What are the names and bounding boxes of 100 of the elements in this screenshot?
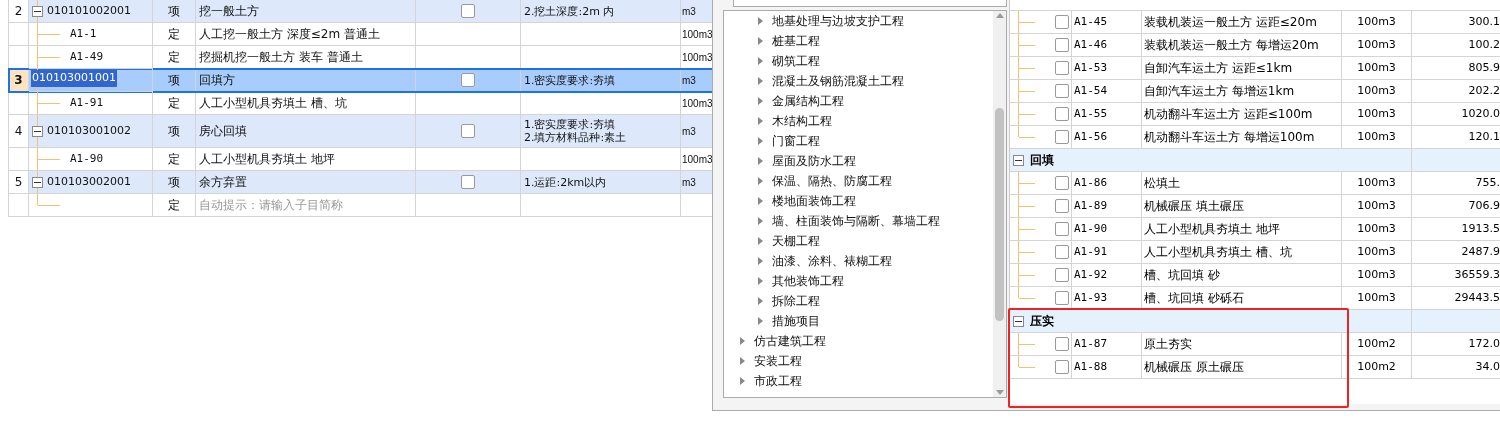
tree-item[interactable]: 墙、柱面装饰与隔断、幕墙工程 — [772, 212, 940, 230]
checkbox[interactable] — [461, 175, 475, 189]
scrollbar-thumb[interactable] — [995, 108, 1004, 321]
checkbox[interactable] — [1055, 130, 1069, 144]
tree-item[interactable]: 其他装饰工程 — [772, 272, 844, 290]
checkbox[interactable] — [1055, 84, 1069, 98]
checkbox[interactable] — [461, 124, 475, 138]
checkbox[interactable] — [1055, 199, 1069, 213]
tree-item[interactable]: 拆除工程 — [772, 292, 820, 310]
table-row[interactable]: A1-90 定 人工小型机具夯填土 地坪 100m3 — [9, 148, 712, 171]
unit-text: 100m3 — [1357, 13, 1396, 30]
tree-item[interactable]: 措施项目 — [772, 312, 820, 330]
search-field[interactable] — [733, 0, 1007, 7]
collapse-icon[interactable] — [32, 125, 43, 137]
unit-text: 100m3 — [1357, 220, 1396, 237]
expand-arrow-icon[interactable] — [758, 297, 763, 305]
unit-text: m3 — [682, 4, 696, 19]
expand-arrow-icon[interactable] — [758, 97, 763, 105]
name-text: 人工小型机具夯填土 地坪 — [199, 151, 335, 168]
scroll-up-icon[interactable] — [995, 13, 1004, 18]
amount-text: 805.9 — [1468, 59, 1500, 76]
checkbox[interactable] — [461, 4, 475, 18]
code-text: A1-1 — [70, 25, 97, 42]
scroll-down-icon[interactable] — [995, 390, 1004, 395]
checkbox[interactable] — [1055, 360, 1069, 374]
expand-arrow-icon[interactable] — [758, 237, 763, 245]
expand-arrow-icon[interactable] — [758, 137, 763, 145]
table-row[interactable]: 4 010103001002 项 房心回填 1.密实度要求:夯填 2.填方材料品种:素土 m3 — [9, 115, 712, 148]
tree-item[interactable]: 金属结构工程 — [772, 92, 844, 110]
name-text: 自卸汽车运土方 运距≤1km — [1144, 60, 1293, 77]
checkbox[interactable] — [1055, 268, 1069, 282]
code-text: A1-55 — [1074, 105, 1108, 122]
table-row[interactable]: 5 010103002001 项 余方弃置 1.运距:2km以内 m3 — [9, 171, 712, 194]
code-field[interactable]: 010103001001 — [31, 70, 117, 87]
collapse-icon[interactable] — [1013, 154, 1024, 166]
expand-arrow-icon[interactable] — [758, 197, 763, 205]
checkbox[interactable] — [1055, 222, 1069, 236]
type-text: 项 — [168, 174, 180, 191]
checkbox[interactable] — [1055, 176, 1069, 190]
expand-arrow-icon[interactable] — [758, 57, 763, 65]
tree-item[interactable]: 砌筑工程 — [772, 52, 820, 70]
expand-arrow-icon[interactable] — [758, 37, 763, 45]
name-text: 人工小型机具夯填土 槽、坑 — [1144, 244, 1292, 261]
name-text: 房心回填 — [199, 123, 247, 140]
type-text: 定 — [168, 26, 180, 43]
amount-text: 706.9 — [1468, 197, 1500, 214]
collapse-icon[interactable] — [1013, 315, 1024, 327]
tree-item[interactable]: 门窗工程 — [772, 132, 820, 150]
expand-arrow-icon[interactable] — [740, 377, 745, 385]
tree-item[interactable]: 屋面及防水工程 — [772, 152, 856, 170]
expand-arrow-icon[interactable] — [740, 357, 745, 365]
checkbox[interactable] — [1055, 337, 1069, 351]
table-row[interactable]: A1-49 定 挖掘机挖一般土方 装车 普通土 100m3 — [9, 46, 712, 69]
tree-item[interactable]: 混凝土及钢筋混凝土工程 — [772, 72, 904, 90]
tree-item[interactable]: 桩基工程 — [772, 32, 820, 50]
table-row[interactable]: A1-91 定 人工小型机具夯填土 槽、坑 100m3 — [9, 92, 712, 115]
expand-arrow-icon[interactable] — [740, 337, 745, 345]
name-text: 余方弃置 — [199, 174, 247, 191]
table-row[interactable]: 定 自动提示：请输入子目简称 — [9, 194, 712, 217]
collapse-icon[interactable] — [32, 176, 43, 188]
expand-arrow-icon[interactable] — [758, 277, 763, 285]
unit-text: 100m3 — [682, 50, 712, 65]
expand-arrow-icon[interactable] — [758, 257, 763, 265]
table-row[interactable]: 2 010101002001 项 挖一般土方 2.挖土深度:2m 内 m3 — [9, 0, 712, 23]
tree-item[interactable]: 保温、隔热、防腐工程 — [772, 172, 892, 190]
tree-item[interactable]: 仿古建筑工程 — [754, 332, 826, 350]
tree-item[interactable]: 天棚工程 — [772, 232, 820, 250]
expand-arrow-icon[interactable] — [758, 117, 763, 125]
table-row[interactable]: A1-1 定 人工挖一般土方 深度≤2m 普通土 100m3 — [9, 23, 712, 46]
checkbox[interactable] — [1055, 291, 1069, 305]
unit-text: 100m3 — [682, 27, 712, 42]
tree-item[interactable]: 安装工程 — [754, 352, 802, 370]
name-text: 自卸汽车运土方 每增运1km — [1144, 83, 1295, 100]
tree-item[interactable]: 地基处理与边坡支护工程 — [772, 12, 904, 30]
tree-item[interactable]: 市政工程 — [754, 372, 802, 390]
collapse-icon[interactable] — [32, 5, 43, 17]
expand-arrow-icon[interactable] — [758, 77, 763, 85]
type-text: 项 — [168, 123, 180, 140]
expand-arrow-icon[interactable] — [758, 177, 763, 185]
tree-item[interactable]: 木结构工程 — [772, 112, 832, 130]
type-text: 项 — [168, 3, 180, 20]
checkbox[interactable] — [1055, 15, 1069, 29]
expand-arrow-icon[interactable] — [758, 217, 763, 225]
tree-item[interactable]: 楼地面装饰工程 — [772, 192, 856, 210]
code-text: A1-87 — [1074, 335, 1108, 352]
amount-text: 1020.0 — [1461, 105, 1500, 122]
expand-arrow-icon[interactable] — [758, 317, 763, 325]
unit-text: 100m3 — [682, 96, 712, 111]
unit-text: m3 — [682, 124, 696, 139]
tree-item[interactable]: 油漆、涂料、裱糊工程 — [772, 252, 892, 270]
checkbox[interactable] — [461, 73, 475, 87]
checkbox[interactable] — [1055, 245, 1069, 259]
expand-arrow-icon[interactable] — [758, 157, 763, 165]
checkbox[interactable] — [1055, 38, 1069, 52]
checkbox[interactable] — [1055, 107, 1069, 121]
unit-text: 100m3 — [1357, 243, 1396, 260]
checkbox[interactable] — [1055, 61, 1069, 75]
expand-arrow-icon[interactable] — [758, 17, 763, 25]
table-row[interactable]: 3 010103001001 项 回填方 1.密实度要求:夯填 m3 — [9, 69, 712, 92]
scrollbar[interactable] — [993, 11, 1006, 397]
